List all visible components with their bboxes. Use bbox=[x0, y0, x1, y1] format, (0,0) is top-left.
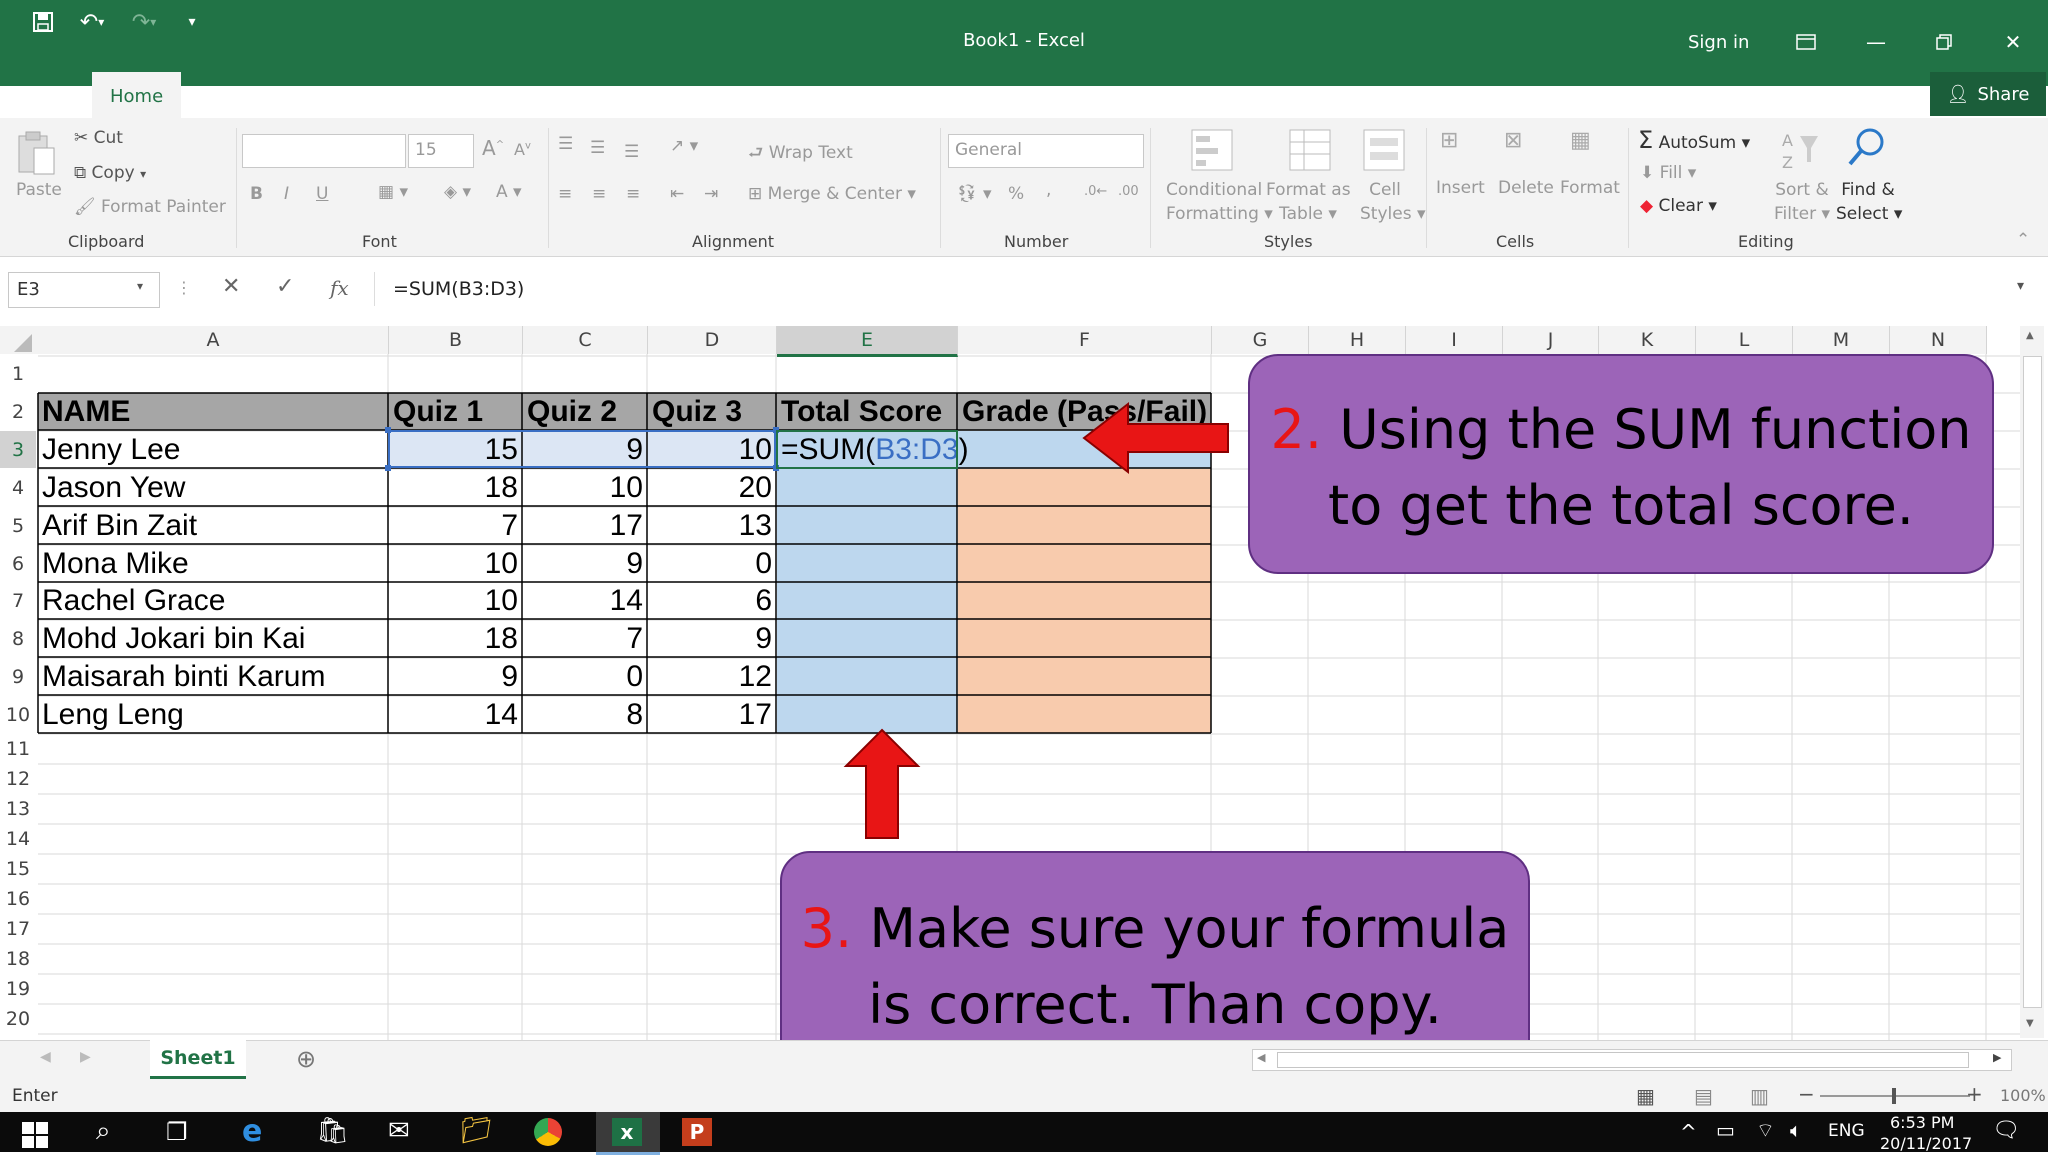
quiz-score-cell[interactable]: 10 bbox=[389, 545, 522, 582]
student-name-cell[interactable]: Maisarah binti Karum bbox=[38, 658, 388, 695]
windows-start-icon[interactable] bbox=[22, 1122, 48, 1152]
clock-time[interactable]: 6:53 PM bbox=[1890, 1113, 1954, 1132]
prev-sheet-icon[interactable]: ◀ bbox=[40, 1049, 51, 1065]
active-cell-border bbox=[776, 430, 958, 469]
battery-icon[interactable]: ▭ bbox=[1716, 1118, 1735, 1142]
scroll-down-icon[interactable]: ▼ bbox=[2026, 1018, 2034, 1029]
student-name-cell[interactable]: Leng Leng bbox=[38, 696, 388, 733]
callout-step-2: 2. Using the SUM function to get the tot… bbox=[1248, 354, 1994, 574]
file-explorer-icon[interactable]: 📁︎ bbox=[460, 1116, 493, 1146]
excel-icon: x bbox=[612, 1118, 642, 1146]
sheet-tab-sheet1[interactable]: Sheet1 bbox=[150, 1040, 246, 1079]
quiz-score-cell[interactable]: 18 bbox=[389, 620, 522, 657]
notifications-icon[interactable]: 🗨︎ bbox=[1992, 1118, 2020, 1143]
student-name-cell[interactable]: Jason Yew bbox=[38, 469, 388, 506]
quiz-score-cell[interactable]: 8 bbox=[523, 696, 647, 733]
header-name[interactable]: NAME bbox=[38, 393, 388, 430]
excel-taskbar-icon[interactable]: x bbox=[596, 1112, 660, 1155]
show-hidden-icons[interactable]: ^ bbox=[1680, 1120, 1697, 1144]
red-arrow-left bbox=[1082, 401, 1229, 475]
powerpoint-icon[interactable]: P bbox=[682, 1118, 712, 1146]
scroll-right-icon[interactable]: ▶ bbox=[1993, 1051, 2001, 1064]
step-number: 2. bbox=[1270, 398, 1323, 461]
header-quiz-1[interactable]: Quiz 1 bbox=[389, 393, 522, 430]
add-sheet-icon[interactable]: ⊕ bbox=[296, 1045, 316, 1073]
store-icon[interactable]: 🛍︎ bbox=[316, 1116, 349, 1146]
quiz-score-cell[interactable]: 12 bbox=[648, 658, 776, 695]
range-reference-border bbox=[388, 430, 776, 468]
volume-icon[interactable]: 🔈︎ bbox=[1790, 1118, 1802, 1142]
student-name-cell[interactable]: Mona Mike bbox=[38, 545, 388, 582]
quiz-score-cell[interactable]: 7 bbox=[523, 620, 647, 657]
quiz-score-cell[interactable]: 7 bbox=[389, 507, 522, 544]
page-break-view-icon[interactable]: ▥ bbox=[1750, 1084, 1769, 1108]
quiz-score-cell[interactable]: 9 bbox=[389, 658, 522, 695]
quiz-score-cell[interactable]: 18 bbox=[389, 469, 522, 506]
status-bar: Enter ▦ ▤ ▥ − + 100% bbox=[0, 1080, 2048, 1112]
quiz-score-cell[interactable]: 0 bbox=[523, 658, 647, 695]
scroll-thumb[interactable] bbox=[2023, 356, 2042, 1008]
quiz-score-cell[interactable]: 9 bbox=[648, 620, 776, 657]
language-indicator[interactable]: ENG bbox=[1828, 1121, 1865, 1141]
header-quiz-2[interactable]: Quiz 2 bbox=[523, 393, 647, 430]
quiz-score-cell[interactable]: 14 bbox=[523, 583, 647, 619]
clock-date[interactable]: 20/11/2017 bbox=[1880, 1134, 1972, 1153]
step-number: 3. bbox=[800, 897, 853, 960]
student-name-cell[interactable]: Mohd Jokari bin Kai bbox=[38, 620, 388, 657]
quiz-score-cell[interactable]: 9 bbox=[523, 545, 647, 582]
range-handle[interactable] bbox=[385, 465, 391, 471]
student-name-cell[interactable]: Arif Bin Zait bbox=[38, 507, 388, 544]
student-name-cell[interactable]: Rachel Grace bbox=[38, 583, 388, 619]
vertical-scrollbar[interactable]: ▲ ▼ bbox=[2020, 326, 2044, 1038]
zoom-level[interactable]: 100% bbox=[2000, 1086, 2046, 1105]
scroll-up-icon[interactable]: ▲ bbox=[2026, 330, 2034, 341]
scroll-left-icon[interactable]: ◀ bbox=[1257, 1051, 1265, 1064]
quiz-score-cell[interactable]: 17 bbox=[523, 507, 647, 544]
windows-taskbar: ⌕ ❐ e 🛍︎ ✉ 📁︎ x P ^ ▭ ⌔ 🔈︎ ENG 6:53 PM 2… bbox=[0, 1112, 2048, 1155]
scroll-thumb[interactable] bbox=[1277, 1052, 1969, 1068]
wifi-icon[interactable]: ⌔ bbox=[1756, 1118, 1775, 1143]
edge-icon[interactable]: e bbox=[242, 1114, 262, 1149]
callout-line: to get the total score. bbox=[1328, 473, 1914, 537]
chrome-icon[interactable] bbox=[534, 1118, 562, 1146]
sheet-tab-bar: ◀ ▶ Sheet1 ⊕ ◀ ▶ bbox=[0, 1040, 2048, 1081]
quiz-score-cell[interactable]: 10 bbox=[523, 469, 647, 506]
header-total-score[interactable]: Total Score bbox=[777, 393, 957, 430]
callout-line: is correct. Than copy. bbox=[868, 972, 1442, 1036]
status-mode: Enter bbox=[12, 1086, 58, 1106]
range-handle[interactable] bbox=[385, 427, 391, 433]
red-arrow-up bbox=[843, 728, 921, 839]
callout-line: Make sure your formula bbox=[869, 897, 1510, 960]
next-sheet-icon[interactable]: ▶ bbox=[80, 1049, 91, 1065]
zoom-slider-thumb[interactable] bbox=[1892, 1088, 1896, 1104]
horizontal-scrollbar[interactable]: ◀ ▶ bbox=[1252, 1049, 2012, 1071]
quiz-score-cell[interactable]: 6 bbox=[648, 583, 776, 619]
task-view-icon[interactable]: ❐ bbox=[166, 1118, 188, 1146]
quiz-score-cell[interactable]: 13 bbox=[648, 507, 776, 544]
mail-icon[interactable]: ✉ bbox=[388, 1116, 410, 1146]
quiz-score-cell[interactable]: 14 bbox=[389, 696, 522, 733]
zoom-out-icon[interactable]: − bbox=[1798, 1082, 1815, 1106]
quiz-score-cell[interactable]: 17 bbox=[648, 696, 776, 733]
quiz-score-cell[interactable]: 10 bbox=[389, 583, 522, 619]
callout-line: Using the SUM function bbox=[1339, 398, 1972, 461]
quiz-score-cell[interactable]: 20 bbox=[648, 469, 776, 506]
formula-suffix: ) bbox=[958, 432, 969, 466]
header-quiz-3[interactable]: Quiz 3 bbox=[648, 393, 776, 430]
page-layout-view-icon[interactable]: ▤ bbox=[1694, 1084, 1713, 1108]
student-name-cell[interactable]: Jenny Lee bbox=[38, 431, 388, 468]
zoom-slider[interactable] bbox=[1820, 1088, 1970, 1104]
search-icon[interactable]: ⌕ bbox=[96, 1116, 111, 1147]
normal-view-icon[interactable]: ▦ bbox=[1636, 1084, 1655, 1108]
quiz-score-cell[interactable]: 0 bbox=[648, 545, 776, 582]
zoom-in-icon[interactable]: + bbox=[1966, 1082, 1983, 1106]
